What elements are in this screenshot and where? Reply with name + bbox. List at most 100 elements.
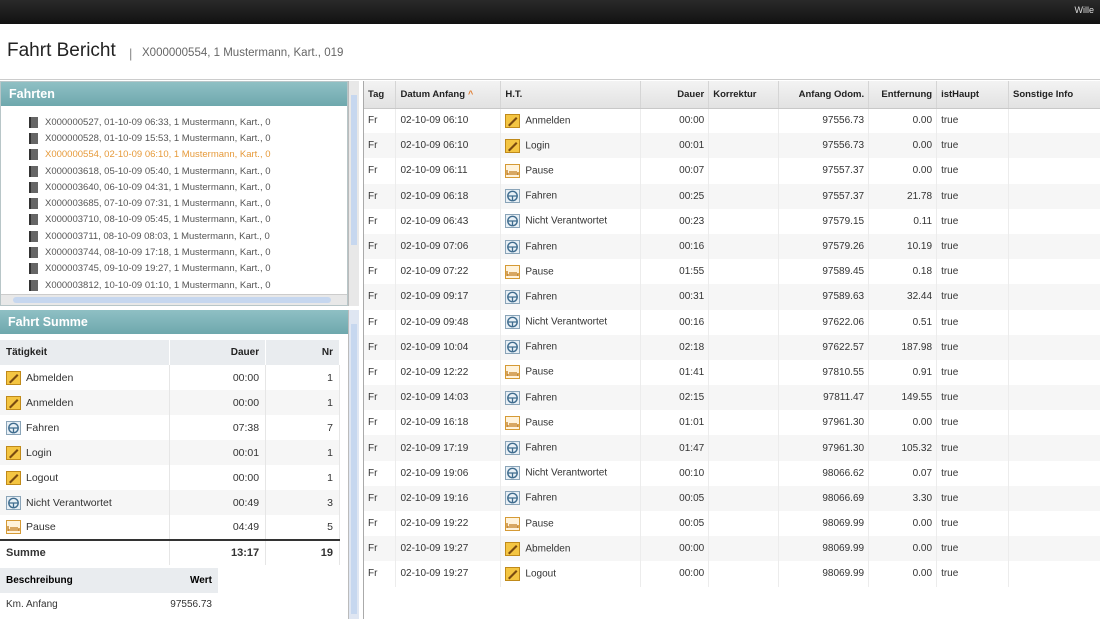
summary-activity-label: Pause: [26, 520, 56, 533]
odometer-cell: 98069.99: [778, 561, 870, 587]
correction-cell[interactable]: [708, 485, 780, 511]
trip-list-item[interactable]: X000003744, 08-10-09 17:18, 1 Mustermann…: [29, 244, 347, 260]
correction-cell[interactable]: [708, 511, 780, 537]
summary-total-label: Summe: [0, 539, 171, 565]
correction-cell[interactable]: [708, 359, 780, 386]
summe-vertical-scrollbar[interactable]: [348, 310, 359, 619]
table-row[interactable]: Fr 02-10-09 10:04 Fahren 02:18 97622.57 187.9…: [364, 334, 1100, 360]
odometer-cell: 97961.30: [778, 435, 870, 461]
steering-wheel-icon: [505, 340, 521, 355]
table-row[interactable]: Fr 02-10-09 06:18 Fahren 00:25 97557.37 21.78…: [364, 183, 1100, 209]
summary-row[interactable]: Anmelden 00:00 1: [0, 390, 340, 415]
column-header-tag[interactable]: Tag: [364, 81, 397, 109]
table-row[interactable]: Fr 02-10-09 12:22 Pause 01:41 97810.55 0.91 tr…: [364, 359, 1100, 386]
trip-list-item[interactable]: X000003812, 10-10-09 01:10, 1 Mustermann…: [29, 277, 347, 293]
column-header-ht[interactable]: H.T.: [500, 81, 642, 109]
document-icon: [29, 214, 38, 226]
trip-list-item[interactable]: X000000554, 02-10-09 06:10, 1 Mustermann…: [29, 147, 347, 163]
summary-nr-cell: 1: [265, 465, 340, 490]
summary-row[interactable]: Abmelden 00:00 1: [0, 365, 340, 390]
column-header-duration[interactable]: Dauer: [169, 340, 267, 365]
trip-list-item[interactable]: X000003711, 08-10-09 08:03, 1 Mustermann…: [29, 228, 347, 244]
table-row[interactable]: Fr 02-10-09 19:16 Fahren 00:05 98066.69 3.30 t…: [364, 485, 1100, 511]
table-row[interactable]: Fr 02-10-09 06:10 Login 00:01 97556.73 0.00 tr…: [364, 133, 1100, 159]
summary-row[interactable]: Login 00:01 1: [0, 440, 340, 465]
correction-cell[interactable]: [708, 435, 780, 461]
trip-list-item[interactable]: X000000527, 01-10-09 06:33, 1 Mustermann…: [29, 114, 347, 130]
trip-list-item[interactable]: X000003685, 07-10-09 07:31, 1 Mustermann…: [29, 195, 347, 211]
duration-cell: 00:05: [640, 511, 710, 537]
column-header-date[interactable]: Datum Anfang ^: [395, 81, 502, 109]
steering-wheel-icon: [505, 289, 521, 304]
date-cell: 02-10-09 06:18: [395, 183, 502, 209]
column-header-info[interactable]: Sonstige Info: [1008, 81, 1100, 109]
column-header-activity[interactable]: Tätigkeit: [0, 340, 171, 365]
user-name[interactable]: Wille: [1075, 5, 1095, 15]
activity-cell: Fahren: [500, 435, 642, 461]
trip-list-item[interactable]: X000003745, 09-10-09 19:27, 1 Mustermann…: [29, 261, 347, 277]
column-header-distance[interactable]: Entfernung: [868, 81, 938, 109]
column-header-description[interactable]: Beschreibung: [0, 568, 112, 593]
trip-list-item[interactable]: X000003710, 08-10-09 05:45, 1 Mustermann…: [29, 212, 347, 228]
correction-cell[interactable]: [708, 259, 780, 285]
correction-cell[interactable]: [708, 309, 780, 335]
table-row[interactable]: Fr 02-10-09 07:22 Pause 01:55 97589.45 0.18 tr…: [364, 259, 1100, 285]
trip-list-item[interactable]: X000003640, 06-10-09 04:31, 1 Mustermann…: [29, 179, 347, 195]
correction-cell[interactable]: [708, 158, 780, 184]
table-row[interactable]: Fr 02-10-09 17:19 Fahren 01:47 97961.30 105.3…: [364, 435, 1100, 461]
correction-cell[interactable]: [708, 385, 780, 411]
column-header-value[interactable]: Wert: [112, 568, 218, 593]
table-row[interactable]: Fr 02-10-09 19:06 Nicht Verantwortet 00:10 9…: [364, 460, 1100, 486]
activity-label: Nicht Verantwortet: [525, 316, 608, 328]
summary-row[interactable]: Pause 04:49 5: [0, 515, 340, 540]
correction-cell[interactable]: [708, 233, 780, 260]
table-row[interactable]: Fr 02-10-09 19:22 Pause 00:05 98069.99 0.00 tr…: [364, 511, 1100, 537]
column-header-isthaupt[interactable]: istHaupt: [936, 81, 1009, 109]
table-row[interactable]: Fr 02-10-09 16:18 Pause 01:01 97961.30 0.00 tr…: [364, 410, 1100, 436]
column-header-nr[interactable]: Nr: [265, 340, 340, 365]
activity-cell: Fahren: [500, 284, 642, 310]
pencil-icon: [505, 113, 521, 128]
table-row[interactable]: Fr 02-10-09 06:11 Pause 00:07 97557.37 0.00 tr…: [364, 158, 1100, 184]
table-row[interactable]: Fr 02-10-09 19:27 Abmelden 00:00 98069.99 0.0…: [364, 536, 1100, 562]
tag-cell: Fr: [364, 460, 397, 486]
column-header-correction[interactable]: Korrektur: [708, 81, 780, 109]
table-row[interactable]: Fr 02-10-09 19:27 Logout 00:00 98069.99 0.00 t…: [364, 561, 1100, 587]
table-row[interactable]: Fr 02-10-09 07:06 Fahren 00:16 97579.26 10.19…: [364, 233, 1100, 260]
date-cell: 02-10-09 06:43: [395, 208, 502, 234]
summary-row[interactable]: Nicht Verantwortet 00:49 3: [0, 490, 340, 515]
correction-cell[interactable]: [708, 334, 780, 360]
odometer-cell: 98066.62: [778, 460, 870, 486]
table-row[interactable]: Fr 02-10-09 09:48 Nicht Verantwortet 00:16 9…: [364, 309, 1100, 335]
trip-list-item[interactable]: X000000528, 01-10-09 15:53, 1 Mustermann…: [29, 130, 347, 146]
date-cell: 02-10-09 19:27: [395, 561, 502, 587]
correction-cell[interactable]: [708, 183, 780, 209]
correction-cell[interactable]: [708, 460, 780, 486]
description-row[interactable]: Km. Anfang 97556.73: [0, 593, 218, 615]
column-header-odometer[interactable]: Anfang Odom.: [778, 81, 870, 109]
scrollbar-thumb[interactable]: [351, 324, 357, 614]
correction-cell[interactable]: [708, 410, 780, 436]
table-row[interactable]: Fr 02-10-09 14:03 Fahren 02:15 97811.47 149.5…: [364, 385, 1100, 411]
trip-list-item[interactable]: X000003618, 05-10-09 05:40, 1 Mustermann…: [29, 163, 347, 179]
correction-cell[interactable]: [708, 561, 780, 587]
scrollbar-thumb[interactable]: [351, 95, 357, 245]
column-header-duration[interactable]: Dauer: [640, 81, 710, 109]
fahrten-vertical-scrollbar[interactable]: [348, 81, 359, 306]
summary-row[interactable]: Fahren 07:38 7: [0, 415, 340, 440]
odometer-cell: 97579.15: [778, 208, 870, 234]
correction-cell[interactable]: [708, 536, 780, 562]
date-cell: 02-10-09 09:17: [395, 284, 502, 310]
correction-cell[interactable]: [708, 108, 780, 134]
table-row[interactable]: Fr 02-10-09 06:10 Anmelden 00:00 97556.73 0.0…: [364, 108, 1100, 134]
table-row[interactable]: Fr 02-10-09 09:17 Fahren 00:31 97589.63 32.44…: [364, 284, 1100, 310]
scrollbar-thumb[interactable]: [13, 297, 331, 303]
table-row[interactable]: Fr 02-10-09 06:43 Nicht Verantwortet 00:23 9…: [364, 208, 1100, 234]
activity-cell: Nicht Verantwortet: [500, 460, 642, 486]
correction-cell[interactable]: [708, 208, 780, 234]
correction-cell[interactable]: [708, 133, 780, 159]
horizontal-scrollbar[interactable]: [1, 294, 347, 305]
summary-nr-cell: 7: [265, 415, 340, 440]
summary-row[interactable]: Logout 00:00 1: [0, 465, 340, 490]
correction-cell[interactable]: [708, 284, 780, 310]
